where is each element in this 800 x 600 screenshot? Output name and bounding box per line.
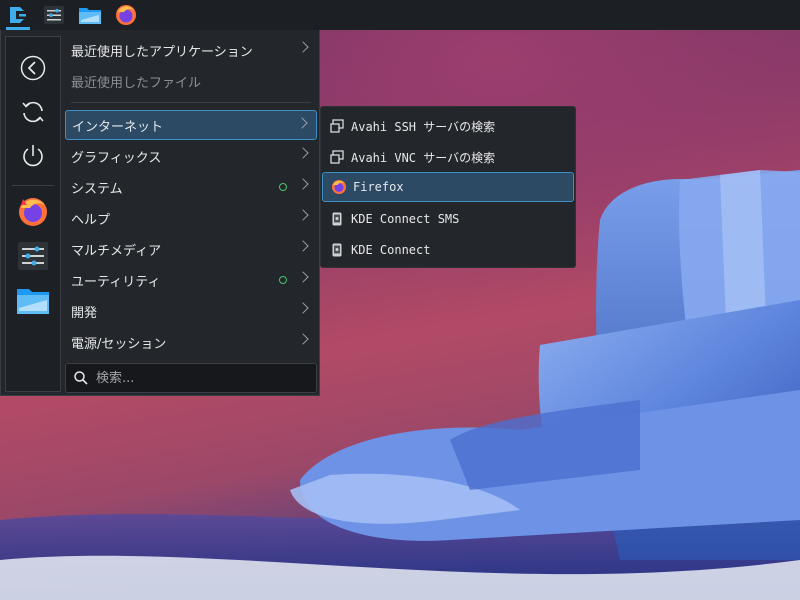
submenu-item[interactable]: Avahi VNC サーバの検索 (321, 142, 573, 172)
submenu-item[interactable]: KDE Connect (321, 235, 573, 265)
back-button[interactable] (6, 47, 60, 89)
favorite-firefox[interactable] (6, 191, 60, 233)
category-separator (71, 102, 311, 103)
application-launcher-menu: 最近使用したアプリケーション 最近使用したファイル インターネット グラフィックス シス… (0, 30, 320, 396)
file-manager-icon (17, 289, 49, 314)
firefox-icon (331, 179, 347, 195)
submenu-item-label: Avahi VNC サーバの検索 (351, 150, 496, 165)
category-item[interactable]: インターネット (65, 110, 317, 140)
launcher-sidebar (5, 36, 61, 392)
category-label: グラフィックス (71, 150, 162, 166)
category-label: 開発 (71, 305, 98, 321)
kde-connect-icon (329, 242, 345, 258)
network-browser-icon (329, 118, 345, 134)
category-item[interactable]: 最近使用したファイル (65, 66, 317, 96)
category-label: 最近使用したファイル (71, 75, 202, 91)
back-icon (20, 55, 46, 81)
kde-launcher-icon (10, 7, 26, 23)
refresh-button[interactable] (6, 91, 60, 133)
category-item[interactable]: グラフィックス (65, 141, 317, 171)
search-input[interactable] (94, 369, 298, 387)
firefox-icon (116, 5, 136, 25)
chevron-right-icon (297, 302, 309, 314)
category-label: マルチメディア (71, 243, 162, 259)
category-label: 最近使用したアプリケーション (71, 44, 253, 60)
submenu-item[interactable]: Avahi SSH サーバの検索 (321, 111, 573, 141)
submenu-item[interactable]: Firefox (322, 172, 574, 202)
chevron-right-icon (297, 178, 309, 190)
settings-icon (44, 6, 64, 24)
taskbar-system-settings[interactable] (36, 0, 72, 30)
chevron-right-icon (296, 117, 308, 129)
power-icon (23, 145, 43, 167)
submenu-item-label: Firefox (353, 180, 404, 194)
firefox-icon (19, 198, 47, 226)
category-item[interactable]: 電源/セッション (65, 327, 317, 357)
category-item[interactable]: マルチメディア (65, 234, 317, 264)
category-item[interactable]: 最近使用したアプリケーション (65, 35, 317, 65)
submenu-item[interactable]: KDE Connect SMS (321, 204, 573, 234)
taskbar-firefox[interactable] (108, 0, 144, 30)
submenu-item-label: KDE Connect SMS (351, 212, 460, 226)
favorite-system-settings[interactable] (6, 235, 60, 277)
power-button[interactable] (6, 135, 60, 177)
application-launcher-button[interactable] (0, 0, 36, 30)
kde-connect-icon (329, 211, 345, 227)
sidebar-separator (12, 185, 54, 186)
system-settings-icon (18, 242, 48, 270)
submenu-item-label: Avahi SSH サーバの検索 (351, 119, 496, 134)
taskbar-file-manager[interactable] (72, 0, 108, 30)
category-item[interactable]: ヘルプ (65, 203, 317, 233)
chevron-right-icon (297, 240, 309, 252)
chevron-right-icon (297, 41, 309, 53)
new-apps-indicator (279, 183, 287, 191)
search-box[interactable] (65, 363, 317, 393)
category-label: インターネット (72, 119, 164, 135)
category-label: ユーティリティ (71, 274, 161, 290)
chevron-right-icon (297, 209, 309, 221)
file-manager-icon (79, 8, 101, 24)
category-item[interactable]: ユーティリティ (65, 265, 317, 295)
refresh-icon (22, 101, 44, 123)
search-icon (74, 371, 88, 385)
chevron-right-icon (297, 271, 309, 283)
chevron-right-icon (297, 147, 309, 159)
category-label: システム (71, 181, 123, 197)
submenu-item-label: KDE Connect (351, 243, 431, 257)
chevron-right-icon (297, 333, 309, 345)
category-item[interactable]: 開発 (65, 296, 317, 326)
network-browser-icon (329, 149, 345, 165)
new-apps-indicator (279, 276, 287, 284)
top-panel (0, 0, 800, 30)
category-label: 電源/セッション (71, 336, 167, 352)
category-item[interactable]: システム (65, 172, 317, 202)
favorite-file-manager[interactable] (6, 279, 60, 321)
internet-submenu: Avahi SSH サーバの検索 Avahi VNC サーバの検索 Firefox K… (320, 106, 576, 268)
category-label: ヘルプ (71, 212, 111, 228)
